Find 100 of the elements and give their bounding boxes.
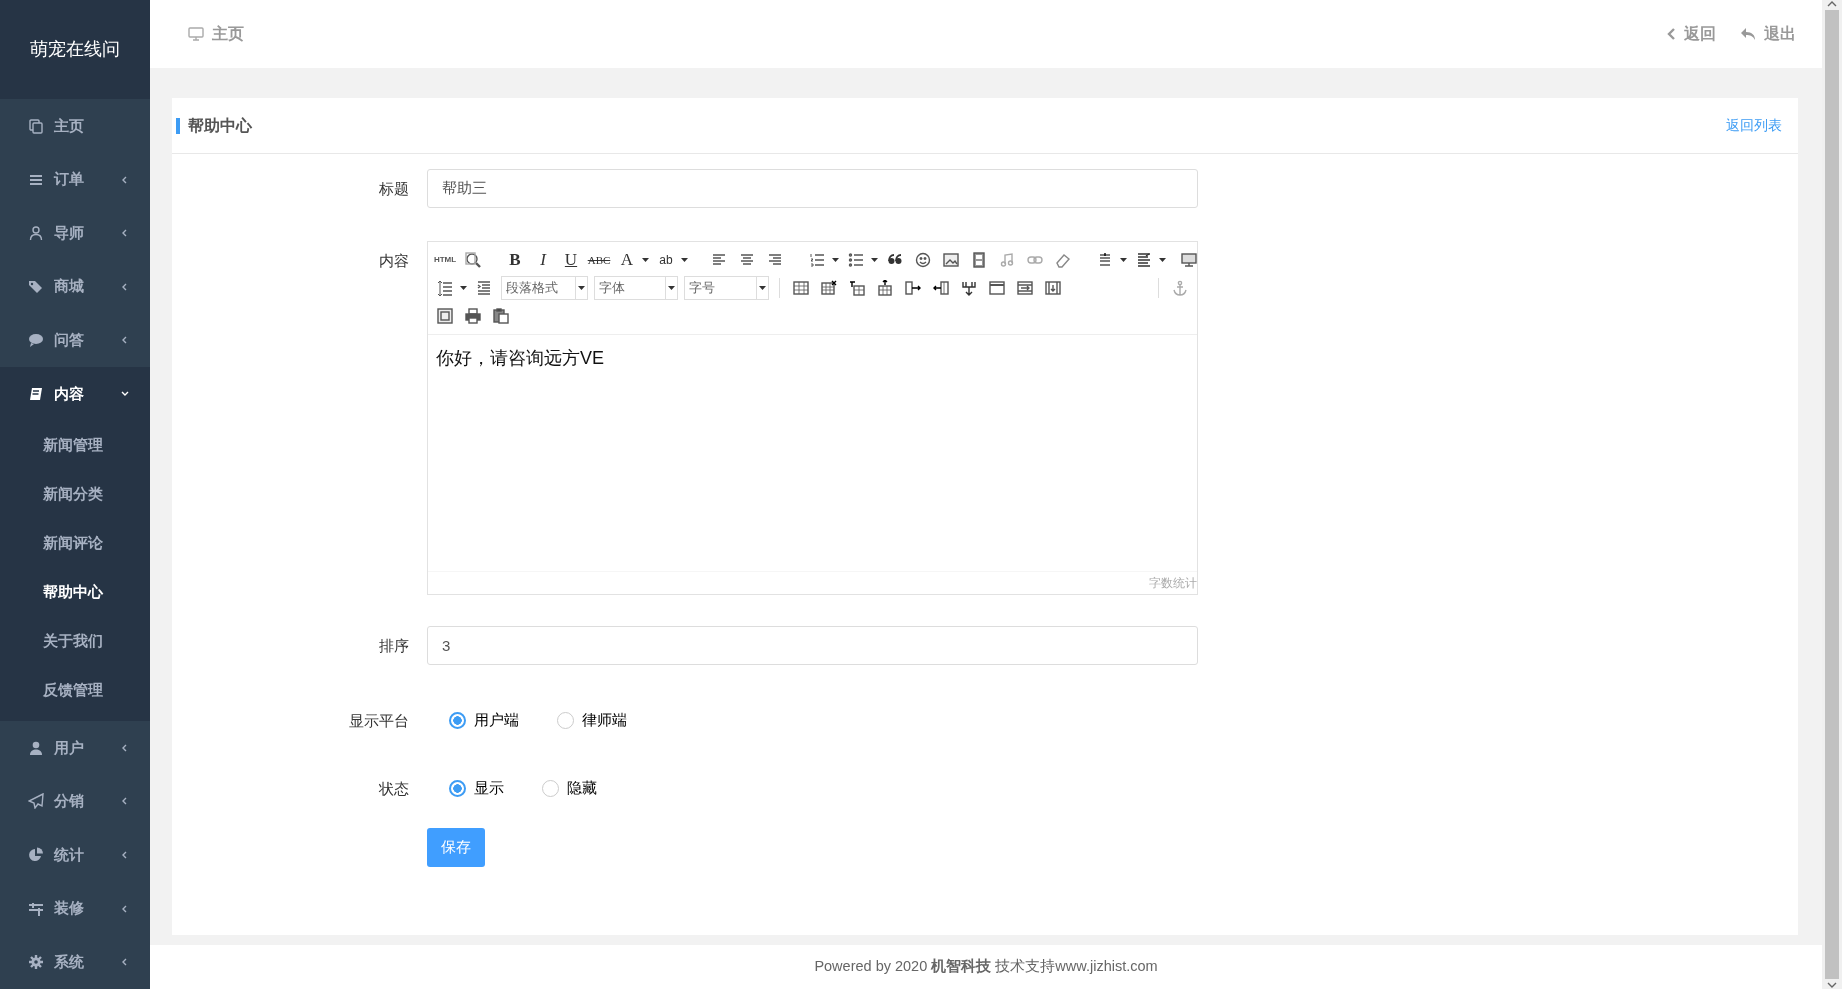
sidebar-item[interactable]: 主页 <box>0 99 150 153</box>
table-delete-icon[interactable] <box>821 280 838 296</box>
sidebar-item[interactable]: 用户 <box>0 721 150 775</box>
sidebar-subitem[interactable]: 新闻管理 <box>0 421 150 471</box>
title-input[interactable]: 帮助三 <box>427 169 1198 208</box>
italic-button[interactable]: I <box>532 249 554 271</box>
bold-button[interactable]: B <box>504 249 526 271</box>
sidebar-item[interactable]: 统计 <box>0 828 150 882</box>
toolbar-dropdown[interactable]: 段落格式 <box>501 276 588 300</box>
sidebar-item[interactable]: 商城 <box>0 259 150 314</box>
field-label: 内容 <box>378 252 410 271</box>
gear-icon <box>28 954 44 971</box>
chat-icon <box>28 332 44 349</box>
brand-title: 萌宠在线问 <box>0 0 150 100</box>
toolbar-dropdown[interactable]: 字号 <box>684 276 770 300</box>
preview-icon[interactable] <box>465 252 481 268</box>
sidebar-subitem[interactable]: 新闻分类 <box>0 470 150 520</box>
copy-icon <box>28 118 44 134</box>
sidebar-item[interactable]: 导师 <box>0 206 150 260</box>
footer-text: Powered by 2020 机智科技 技术支持www.jizhist.com <box>814 957 1158 977</box>
align-center-icon[interactable] <box>739 252 755 268</box>
user-icon <box>28 739 44 756</box>
image-icon[interactable] <box>943 252 959 268</box>
paste-icon[interactable] <box>493 308 509 324</box>
sidebar-item[interactable]: 分销 <box>0 774 150 829</box>
table-row-icon[interactable] <box>989 280 1006 296</box>
line-height-icon[interactable] <box>437 280 453 296</box>
tags-icon <box>28 278 44 295</box>
card-title: 帮助中心 <box>188 115 252 136</box>
scroll-down-icon <box>1827 981 1837 989</box>
spacing-icon[interactable] <box>1097 252 1113 268</box>
sort-input[interactable]: 3 <box>427 626 1198 665</box>
field-label: 显示平台 <box>348 712 410 731</box>
caret-icon <box>642 257 649 263</box>
paper-plane-icon <box>28 793 44 810</box>
bulleted-list-icon[interactable] <box>848 252 864 268</box>
numbered-list-icon[interactable] <box>809 252 825 268</box>
person-icon <box>28 225 44 242</box>
word-count-label: 字数统计 <box>428 571 1197 594</box>
field-label: 标题 <box>378 180 410 199</box>
scrollbar-thumb[interactable] <box>1825 10 1839 979</box>
highlight-button[interactable]: ab <box>655 249 677 271</box>
align-left-icon[interactable] <box>711 252 727 268</box>
insert-column-icon[interactable] <box>905 280 922 296</box>
editor-content[interactable]: 你好，请咨询远方VE <box>428 335 1197 571</box>
sidebar-item[interactable]: 内容 <box>0 367 150 422</box>
sidebar-item[interactable]: 系统 <box>0 935 150 989</box>
caret-icon <box>871 257 878 263</box>
underline-button[interactable]: U <box>560 249 582 271</box>
paragraph-icon[interactable] <box>1136 252 1152 268</box>
caret-icon <box>1120 257 1127 263</box>
merge-cells-icon[interactable] <box>1017 280 1034 296</box>
strikethrough-button[interactable]: ABC <box>588 249 610 271</box>
sidebar-subitem[interactable]: 关于我们 <box>0 617 150 667</box>
radio-option[interactable]: 隐藏 <box>542 777 597 800</box>
indent-icon[interactable] <box>476 280 492 296</box>
insert-column-icon[interactable] <box>933 280 950 296</box>
insert-row-icon[interactable] <box>877 280 894 296</box>
sidebar-item[interactable]: 装修 <box>0 881 150 936</box>
scroll-up-icon <box>1827 0 1837 8</box>
radio-icon[interactable] <box>449 780 466 798</box>
radio-icon[interactable] <box>449 712 466 730</box>
monitor-icon[interactable] <box>1181 252 1197 268</box>
sliders-icon <box>28 900 44 917</box>
back-to-list-link[interactable]: 返回列表 <box>1726 115 1782 136</box>
title-accent-bar <box>176 117 180 134</box>
toolbar-dropdown[interactable]: 字体 <box>593 276 679 300</box>
sidebar-subitem[interactable]: 新闻评论 <box>0 519 150 569</box>
monitor-icon <box>188 27 204 41</box>
sidebar-subitem[interactable]: 帮助中心 <box>0 568 150 618</box>
radio-option[interactable]: 用户端 <box>449 710 519 732</box>
caret-icon <box>759 285 767 291</box>
scrollbar[interactable] <box>1822 0 1842 989</box>
radio-option[interactable]: 显示 <box>449 777 504 800</box>
font-color-button[interactable]: A <box>616 249 638 271</box>
field-label: 状态 <box>378 779 410 799</box>
film-icon[interactable] <box>971 252 987 268</box>
sidebar-subitem[interactable]: 反馈管理 <box>0 666 150 716</box>
caret-icon <box>668 285 676 291</box>
caret-icon <box>577 285 585 291</box>
field-label: 排序 <box>378 637 410 656</box>
radio-option[interactable]: 律师端 <box>557 710 627 732</box>
pie-chart-icon <box>28 847 44 864</box>
caret-icon <box>832 257 839 263</box>
chevron-left-icon <box>1667 28 1676 40</box>
align-right-icon[interactable] <box>767 252 783 268</box>
eraser-icon[interactable] <box>1055 252 1071 268</box>
image-frame-icon[interactable] <box>437 308 453 324</box>
caret-icon <box>1159 257 1166 263</box>
smiley-icon[interactable] <box>915 252 931 268</box>
merge-cells-icon[interactable] <box>1045 280 1062 296</box>
sidebar-item[interactable]: 问答 <box>0 313 150 368</box>
print-icon[interactable] <box>465 308 481 324</box>
caret-icon <box>460 285 467 291</box>
table-title-icon[interactable] <box>849 280 866 296</box>
html-button[interactable]: HTML <box>434 249 456 271</box>
book-icon <box>28 386 44 403</box>
split-icon[interactable] <box>961 280 978 296</box>
sidebar-item[interactable]: 订单 <box>0 152 150 207</box>
table-icon[interactable] <box>793 280 810 296</box>
